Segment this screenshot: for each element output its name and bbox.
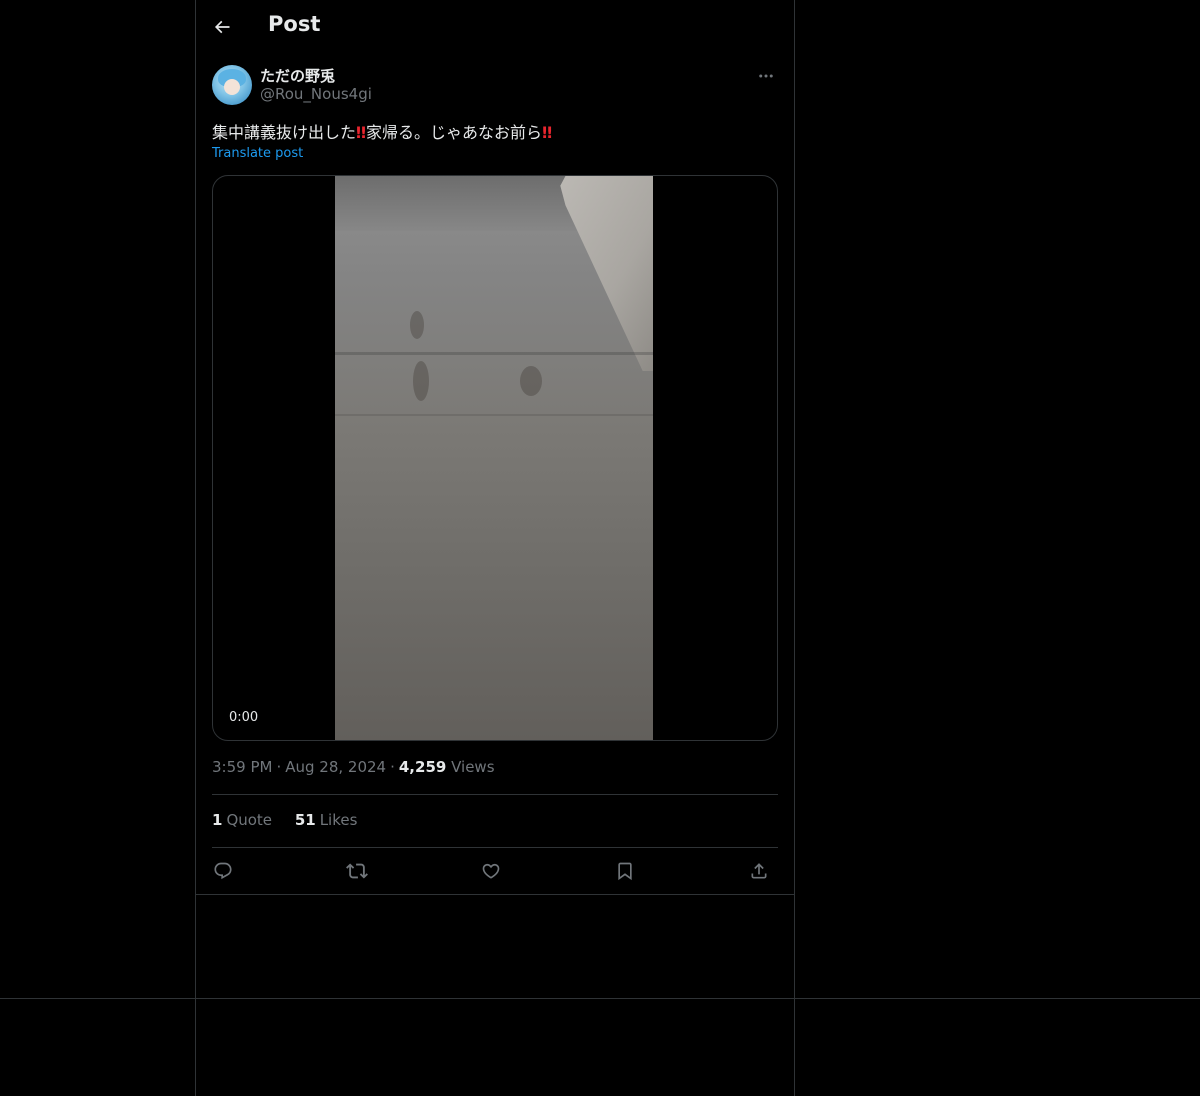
post-text-part: 集中講義抜け出した — [212, 123, 357, 142]
post-meta: 3:59 PM · Aug 28, 2024 · 4,259 Views — [212, 758, 495, 776]
post-date[interactable]: Aug 28, 2024 — [285, 758, 386, 776]
post-actions — [212, 856, 778, 886]
video-timestamp: 0:00 — [225, 708, 263, 727]
video-player[interactable]: 0:00 — [212, 175, 778, 741]
heart-icon — [482, 863, 500, 879]
post-text-part: 家帰る。じゃあなお前ら — [366, 123, 543, 142]
reply-icon — [214, 862, 232, 880]
reply-button[interactable] — [210, 858, 236, 884]
post-stats: 1 Quote 51 Likes — [212, 811, 375, 829]
double-exclamation-emoji: ‼ — [356, 123, 366, 142]
horizontal-divider — [0, 998, 1200, 999]
video-frame-spot — [410, 311, 424, 339]
video-frame-spot — [520, 366, 542, 396]
post-bottom-border — [196, 894, 794, 895]
left-column-border — [195, 0, 196, 1096]
likes-label: Likes — [319, 811, 358, 829]
quotes-label: Quote — [226, 811, 273, 829]
views-label: Views — [451, 758, 495, 776]
likes-link[interactable]: 51 Likes — [295, 811, 358, 829]
share-icon — [751, 863, 767, 879]
ellipsis-icon — [759, 74, 773, 78]
meta-divider — [212, 794, 778, 795]
bookmark-icon — [618, 862, 632, 881]
repost-icon — [346, 863, 368, 879]
avatar[interactable] — [212, 65, 252, 105]
video-frame-wall — [560, 176, 653, 371]
like-button[interactable] — [478, 858, 504, 884]
video-frame-line — [335, 352, 653, 355]
arrow-left-icon — [214, 20, 230, 34]
author-handle[interactable]: @Rou_Nous4gi — [260, 85, 372, 103]
page-title: Post — [268, 12, 321, 36]
video-frame-spot — [413, 361, 429, 401]
double-exclamation-emoji: ‼ — [542, 123, 552, 142]
author-display-name[interactable]: ただの野兎 — [260, 65, 335, 86]
video-frame — [335, 176, 653, 740]
post-header: Post — [196, 0, 794, 54]
likes-count: 51 — [294, 811, 316, 829]
meta-separator: · — [390, 758, 395, 776]
views-count: 4,259 — [398, 758, 447, 776]
post-text: 集中講義抜け出した‼ 家帰る。じゃあなお前ら‼ — [212, 119, 778, 143]
post-time[interactable]: 3:59 PM — [212, 758, 272, 776]
meta-separator: · — [276, 758, 282, 776]
avatar-face — [224, 79, 240, 95]
more-options-button[interactable] — [754, 66, 778, 86]
back-button[interactable] — [208, 9, 236, 45]
quotes-link[interactable]: 1 Quote — [212, 811, 272, 829]
share-button[interactable] — [746, 858, 772, 884]
translate-post-link[interactable]: Translate post — [212, 146, 303, 161]
video-frame-line — [335, 414, 653, 416]
stats-divider — [212, 847, 778, 848]
bookmark-button[interactable] — [612, 858, 638, 884]
repost-button[interactable] — [344, 858, 370, 884]
quotes-count: 1 — [212, 811, 223, 829]
post-author: ただの野兎 @Rou_Nous4gi — [212, 64, 778, 108]
right-column-border — [794, 0, 795, 1096]
